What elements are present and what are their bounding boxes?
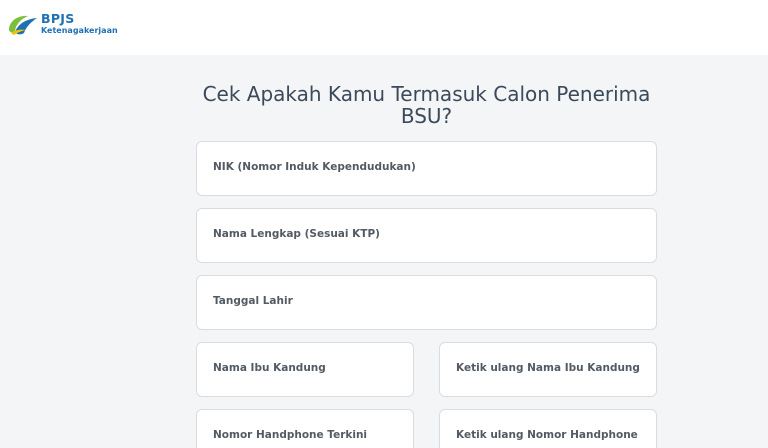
logo-subtitle: Ketenagakerjaan bbox=[41, 26, 118, 36]
site-header: BPJS Ketenagakerjaan bbox=[0, 0, 768, 55]
birth-date-field[interactable]: Tanggal Lahir bbox=[196, 275, 657, 330]
logo-text: BPJS Ketenagakerjaan bbox=[41, 10, 118, 36]
phone-confirm-field[interactable]: Ketik ulang Nomor Handphone bbox=[439, 409, 657, 448]
phone-label: Nomor Handphone Terkini bbox=[213, 429, 368, 441]
mother-name-confirm-label: Ketik ulang Nama Ibu Kandung bbox=[456, 362, 640, 374]
mother-name-field[interactable]: Nama Ibu Kandung bbox=[196, 342, 414, 397]
bpjs-logo-icon bbox=[9, 15, 37, 35]
full-name-field[interactable]: Nama Lengkap (Sesuai KTP) bbox=[196, 208, 657, 263]
birth-date-label: Tanggal Lahir bbox=[213, 295, 293, 307]
logo-title: BPJS bbox=[41, 10, 75, 26]
mother-name-confirm-field[interactable]: Ketik ulang Nama Ibu Kandung bbox=[439, 342, 657, 397]
nik-field[interactable]: NIK (Nomor Induk Kependudukan) bbox=[196, 141, 657, 196]
nik-label: NIK (Nomor Induk Kependudukan) bbox=[213, 161, 416, 173]
bpjs-logo[interactable]: BPJS Ketenagakerjaan bbox=[6, 10, 126, 38]
phone-confirm-label: Ketik ulang Nomor Handphone bbox=[456, 429, 638, 441]
mother-name-label: Nama Ibu Kandung bbox=[213, 362, 326, 374]
full-name-label: Nama Lengkap (Sesuai KTP) bbox=[213, 228, 380, 240]
phone-field[interactable]: Nomor Handphone Terkini bbox=[196, 409, 414, 448]
page-title: Cek Apakah Kamu Termasuk Calon Penerima … bbox=[202, 82, 651, 128]
